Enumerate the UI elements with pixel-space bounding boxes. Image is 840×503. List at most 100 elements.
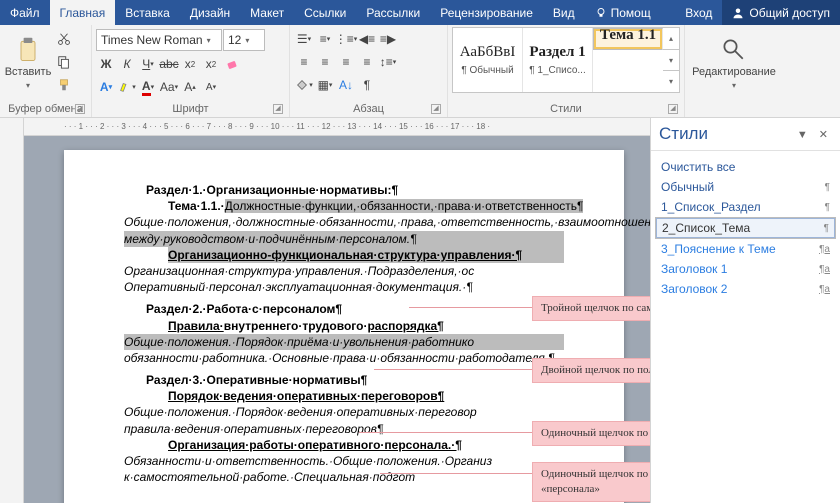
doc-line: Раздел·1.·Организационные·нормативы:¶ bbox=[146, 182, 564, 198]
underline-button[interactable]: Ч▾ bbox=[138, 54, 158, 74]
workspace: · · · 1 · · · 2 · · · 3 · · · 4 · · · 5 … bbox=[0, 118, 840, 503]
italic-button[interactable]: К bbox=[117, 54, 137, 74]
style-item-clear[interactable]: Очистить все bbox=[655, 157, 836, 177]
style-item-explanation[interactable]: 3_Пояснение к Теме¶a bbox=[655, 239, 836, 259]
doc-line: Общие·положения.·Порядок·ведения·операти… bbox=[124, 404, 564, 420]
style-normal[interactable]: АаБбВвІ ¶ Обычный bbox=[453, 28, 523, 92]
tell-me-label: Помощ bbox=[611, 6, 651, 20]
gallery-down[interactable]: ▾ bbox=[663, 50, 679, 72]
tab-view[interactable]: Вид bbox=[543, 0, 585, 25]
tab-insert[interactable]: Вставка bbox=[115, 0, 180, 25]
gallery-up[interactable]: ▴ bbox=[663, 28, 679, 50]
styles-dialog-launcher[interactable]: ◢ bbox=[668, 104, 678, 114]
styles-pane-close[interactable]: ✕ bbox=[819, 129, 832, 141]
styles-group-label: Стили◢ bbox=[452, 101, 680, 117]
superscript-button[interactable]: x2 bbox=[201, 54, 221, 74]
subscript-button[interactable]: x2 bbox=[180, 54, 200, 74]
share-button[interactable]: Общий доступ bbox=[722, 0, 840, 25]
style-item-heading1[interactable]: Заголовок 1¶a bbox=[655, 259, 836, 279]
doc-line: Раздел·3.·Оперативные·нормативы¶ bbox=[146, 372, 564, 388]
tab-review[interactable]: Рецензирование bbox=[430, 0, 543, 25]
font-name-select[interactable]: Times New Roman▾ bbox=[96, 29, 222, 51]
doc-line: правила·ведения·оперативных·переговоров¶ bbox=[124, 421, 564, 437]
borders-button[interactable]: ▦▾ bbox=[315, 75, 335, 95]
doc-line: Организационно-функциональная·структура·… bbox=[168, 247, 564, 263]
paint-bucket-icon bbox=[295, 78, 309, 92]
annotation-leader bbox=[409, 307, 532, 308]
doc-line: между·руководством·и·подчинённым·персона… bbox=[124, 231, 564, 247]
copy-button[interactable] bbox=[54, 52, 74, 72]
editing-label: Редактирование bbox=[692, 66, 776, 78]
doc-line: Организационная·структура·управления.·По… bbox=[124, 263, 564, 279]
clipboard-dialog-launcher[interactable]: ◢ bbox=[75, 104, 85, 114]
brush-icon bbox=[57, 78, 71, 92]
bullets-button[interactable]: ☰▾ bbox=[294, 29, 314, 49]
change-case-button[interactable]: Aa▾ bbox=[159, 77, 179, 97]
styles-pane: Стили ▼ ✕ Очистить все Обычный¶ 1_Список… bbox=[650, 118, 840, 503]
numbering-button[interactable]: ≡▾ bbox=[315, 29, 335, 49]
style-item-heading2[interactable]: Заголовок 2¶a bbox=[655, 279, 836, 299]
doc-line: Правила·внутреннего·трудового·распорядка… bbox=[168, 318, 564, 334]
find-icon bbox=[720, 36, 748, 64]
sort-button[interactable]: A↓ bbox=[336, 75, 356, 95]
align-right-button[interactable]: ≡ bbox=[336, 52, 356, 72]
annotation-leader bbox=[359, 432, 532, 433]
paste-icon bbox=[14, 36, 42, 64]
doc-line: Оперативный·персонал·эксплуатационная·до… bbox=[124, 279, 564, 295]
shading-button[interactable]: ▾ bbox=[294, 75, 314, 95]
multilevel-button[interactable]: ⋮≡▾ bbox=[336, 29, 356, 49]
style-name: ¶ 1_Списо... bbox=[529, 65, 586, 76]
bold-button[interactable]: Ж bbox=[96, 54, 116, 74]
clipboard-label: Буфер обмена◢ bbox=[4, 101, 87, 117]
signin[interactable]: Вход bbox=[675, 6, 722, 20]
gallery-more[interactable]: ▾ bbox=[663, 71, 679, 92]
document-area[interactable]: ↖ Раздел·1.·Организационные·нормативы:¶ … bbox=[24, 136, 650, 503]
doc-line: Обязанности·и·ответственность.·Общие·пол… bbox=[124, 453, 564, 469]
decrease-indent-button[interactable]: ◀≡ bbox=[357, 29, 377, 49]
ribbon: Вставить ▾ Буфер обмена◢ Times New Roman… bbox=[0, 25, 840, 118]
style-item-list-section[interactable]: 1_Список_Раздел¶ bbox=[655, 197, 836, 217]
person-icon bbox=[732, 7, 744, 19]
tab-file[interactable]: Файл bbox=[0, 0, 50, 25]
doc-line: Общие·положения.·Порядок·приёма·и·увольн… bbox=[124, 334, 564, 350]
cut-button[interactable] bbox=[54, 29, 74, 49]
tell-me[interactable]: Помощ bbox=[585, 0, 661, 25]
styles-pane-dropdown[interactable]: ▼ bbox=[797, 129, 812, 141]
strike-button[interactable]: abc bbox=[159, 54, 179, 74]
style-item-list-theme[interactable]: 2_Список_Тема¶ bbox=[655, 217, 836, 239]
tab-references[interactable]: Ссылки bbox=[294, 0, 356, 25]
styles-pane-title: Стили bbox=[659, 124, 708, 144]
tab-mailings[interactable]: Рассылки bbox=[356, 0, 430, 25]
style-preview: Раздел 1 bbox=[529, 44, 585, 61]
tab-design[interactable]: Дизайн bbox=[180, 0, 240, 25]
font-color-button[interactable]: A▾ bbox=[138, 77, 158, 97]
style-theme[interactable]: Тема 1.1 ¶ 2_Списо... bbox=[593, 28, 663, 50]
paragraph-dialog-launcher[interactable]: ◢ bbox=[431, 104, 441, 114]
scissors-icon bbox=[57, 32, 71, 46]
align-left-button[interactable]: ≡ bbox=[294, 52, 314, 72]
text-effects-button[interactable]: A▾ bbox=[96, 77, 116, 97]
highlight-button[interactable]: ▾ bbox=[117, 77, 137, 97]
align-center-button[interactable]: ≡ bbox=[315, 52, 335, 72]
tab-layout[interactable]: Макет bbox=[240, 0, 294, 25]
annotation-leader bbox=[374, 369, 532, 370]
grow-font-button[interactable]: A▴ bbox=[180, 77, 200, 97]
style-section[interactable]: Раздел 1 ¶ 1_Списо... bbox=[523, 28, 593, 92]
tab-home[interactable]: Главная bbox=[50, 0, 116, 25]
shrink-font-button[interactable]: A▾ bbox=[201, 77, 221, 97]
page[interactable]: Раздел·1.·Организационные·нормативы:¶ Те… bbox=[64, 150, 624, 503]
justify-button[interactable]: ≡ bbox=[357, 52, 377, 72]
line-spacing-button[interactable]: ↕≡▾ bbox=[378, 52, 398, 72]
font-dialog-launcher[interactable]: ◢ bbox=[273, 104, 283, 114]
show-marks-button[interactable]: ¶ bbox=[357, 75, 377, 95]
style-item-normal[interactable]: Обычный¶ bbox=[655, 177, 836, 197]
eraser-icon bbox=[224, 56, 240, 72]
increase-indent-button[interactable]: ≡▶ bbox=[378, 29, 398, 49]
paste-button[interactable]: Вставить ▾ bbox=[4, 27, 52, 101]
editing-button[interactable]: Редактирование ▾ bbox=[689, 27, 779, 101]
annotation: Двойной щелчок по полосе выделения bbox=[532, 358, 650, 383]
style-preview: Тема 1.1 bbox=[600, 27, 656, 44]
font-size-select[interactable]: 12▾ bbox=[223, 29, 265, 51]
format-painter-button[interactable] bbox=[54, 75, 74, 95]
clear-format-button[interactable] bbox=[222, 54, 242, 74]
